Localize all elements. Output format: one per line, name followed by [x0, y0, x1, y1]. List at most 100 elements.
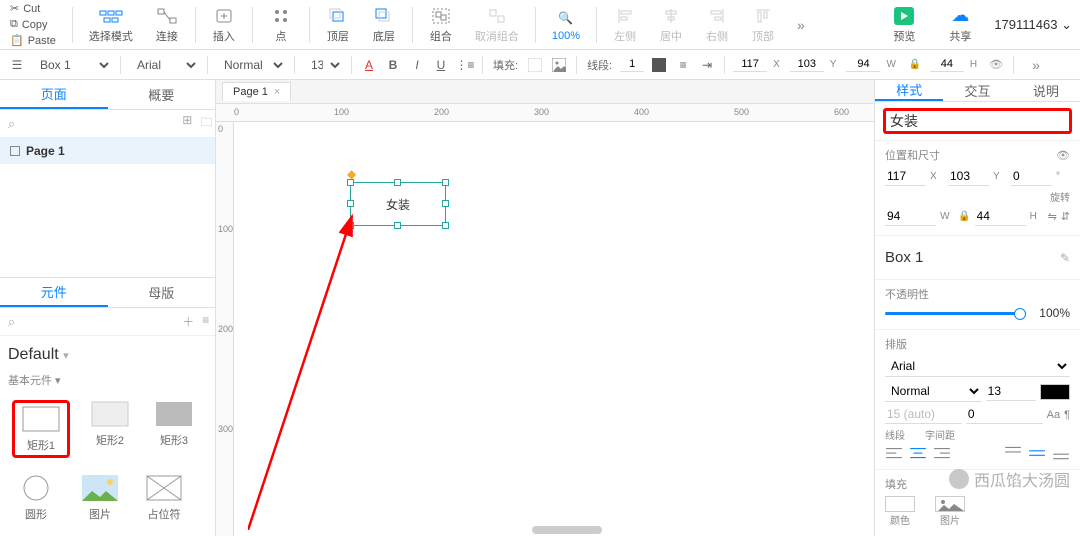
opacity-slider[interactable]: [885, 312, 1026, 315]
shape-circle[interactable]: 圆形: [12, 474, 60, 522]
format-more[interactable]: »: [1022, 57, 1050, 73]
bold-icon[interactable]: B: [384, 56, 402, 74]
shape-placeholder[interactable]: 占位符: [140, 474, 188, 522]
widget-type-select[interactable]: Box 1: [32, 55, 112, 75]
resize-handle[interactable]: [347, 222, 354, 229]
y-input[interactable]: [790, 57, 824, 72]
library-name[interactable]: Default ▾: [8, 342, 207, 368]
lock-aspect-icon[interactable]: 🔒: [958, 211, 970, 222]
visibility-icon[interactable]: 👁: [987, 56, 1005, 74]
edit-style-icon[interactable]: ✎: [1060, 251, 1070, 265]
resize-handle[interactable]: [442, 222, 449, 229]
tab-pages[interactable]: 页面: [0, 80, 108, 109]
group-button[interactable]: 组合: [419, 6, 463, 44]
inspector-w[interactable]: [885, 207, 936, 226]
insert-button[interactable]: 插入: [202, 6, 246, 44]
tab-notes[interactable]: 说明: [1012, 80, 1080, 101]
tab-outline[interactable]: 概要: [108, 80, 216, 109]
canvas[interactable]: 0 100 200 300 女装 ◆: [216, 122, 874, 536]
zoom-control[interactable]: 🔍100%: [542, 8, 590, 42]
bottom-layer-button[interactable]: 底层: [362, 6, 406, 44]
text-options-icon[interactable]: ¶: [1064, 409, 1070, 421]
page-item[interactable]: Page 1: [0, 138, 215, 164]
visibility-toggle[interactable]: 👁: [1056, 149, 1070, 162]
x-input[interactable]: [733, 57, 767, 72]
flip-v-icon[interactable]: ⇵: [1061, 210, 1070, 223]
h-input[interactable]: [930, 57, 964, 72]
align-left-button[interactable]: 左侧: [603, 6, 647, 44]
resize-handle[interactable]: [394, 179, 401, 186]
text-align-v[interactable]: [1004, 446, 1070, 460]
user-menu[interactable]: 179111463 ⌄: [994, 17, 1072, 33]
tab-interact[interactable]: 交互: [943, 80, 1011, 101]
inspector-x[interactable]: [885, 167, 926, 186]
stroke-style-icon[interactable]: ≡: [674, 56, 692, 74]
select-mode-button[interactable]: 选择模式: [79, 6, 143, 44]
cut-button[interactable]: ✂Cut: [8, 1, 58, 16]
shape-rect3[interactable]: 矩形3: [150, 400, 198, 458]
fill-color-swatch[interactable]: [885, 496, 915, 512]
pages-search-input[interactable]: [21, 117, 176, 131]
resize-handle[interactable]: [442, 179, 449, 186]
fill-image-button[interactable]: [935, 496, 965, 512]
widgets-search-input[interactable]: [21, 315, 176, 329]
w-input[interactable]: [846, 57, 880, 72]
line-height-input[interactable]: [885, 405, 962, 424]
align-top-button[interactable]: 顶部: [741, 6, 785, 44]
shape-image[interactable]: 图片: [76, 474, 124, 522]
tab-widgets[interactable]: 元件: [0, 278, 108, 307]
canvas-tab[interactable]: Page 1×: [222, 82, 291, 101]
stroke-color-icon[interactable]: [650, 56, 668, 74]
point-button[interactable]: 点: [259, 6, 303, 44]
add-folder-icon[interactable]: 🗀: [200, 113, 212, 134]
underline-icon[interactable]: U: [432, 56, 450, 74]
rotate-handle[interactable]: ◆: [347, 167, 357, 177]
inspector-font[interactable]: Arial: [885, 356, 1070, 377]
ungroup-button[interactable]: 取消组合: [465, 6, 529, 44]
bullets-icon[interactable]: ⋮≡: [456, 56, 474, 74]
inspector-rot[interactable]: [1011, 167, 1052, 186]
weight-select[interactable]: Normal: [216, 55, 286, 75]
stroke-width-input[interactable]: [620, 57, 644, 72]
inspector-font-size[interactable]: [986, 382, 1036, 401]
lock-aspect-icon[interactable]: 🔒: [906, 56, 924, 74]
lib-menu-icon[interactable]: ≡: [202, 313, 209, 330]
inspector-y[interactable]: [948, 167, 989, 186]
shape-rect2[interactable]: 矩形2: [86, 400, 134, 458]
share-button[interactable]: ☁共享: [938, 6, 982, 44]
resize-handle[interactable]: [394, 222, 401, 229]
fill-color-swatch[interactable]: [526, 56, 544, 74]
connect-button[interactable]: 连接: [145, 6, 189, 44]
paste-button[interactable]: 📋Paste: [8, 33, 58, 48]
fill-image-icon[interactable]: [550, 56, 568, 74]
inspector-weight[interactable]: Normal: [885, 381, 982, 402]
font-select[interactable]: Arial: [129, 55, 199, 75]
toolbar-more[interactable]: »: [787, 17, 815, 33]
resize-handle[interactable]: [442, 200, 449, 207]
align-center-button[interactable]: 居中: [649, 6, 693, 44]
resize-handle[interactable]: [347, 179, 354, 186]
tab-style[interactable]: 样式: [875, 80, 943, 101]
copy-button[interactable]: ⧉Copy: [8, 17, 58, 32]
tab-masters[interactable]: 母版: [108, 278, 216, 307]
text-color-swatch[interactable]: [1040, 384, 1070, 400]
text-color-icon[interactable]: A: [360, 56, 378, 74]
top-layer-button[interactable]: 顶层: [316, 6, 360, 44]
widget-name-input[interactable]: [890, 113, 1065, 129]
selected-widget[interactable]: 女装 ◆: [350, 182, 446, 226]
text-align-h[interactable]: [885, 446, 951, 460]
indent-icon[interactable]: ☰: [8, 56, 26, 74]
scrollbar-thumb[interactable]: [532, 526, 602, 534]
align-right-button[interactable]: 右侧: [695, 6, 739, 44]
size-select[interactable]: 13: [303, 55, 343, 75]
preview-button[interactable]: 预览: [882, 6, 926, 44]
add-lib-icon[interactable]: ＋: [182, 313, 194, 330]
add-page-icon[interactable]: ⊞: [182, 113, 192, 134]
resize-handle[interactable]: [347, 200, 354, 207]
italic-icon[interactable]: I: [408, 56, 426, 74]
arrow-style-icon[interactable]: ⇥: [698, 56, 716, 74]
shape-rect1[interactable]: 矩形1: [17, 405, 65, 453]
text-case-icon[interactable]: Aa: [1047, 409, 1060, 421]
letter-spacing-input[interactable]: [966, 405, 1043, 424]
flip-h-icon[interactable]: ⇋: [1048, 210, 1057, 223]
